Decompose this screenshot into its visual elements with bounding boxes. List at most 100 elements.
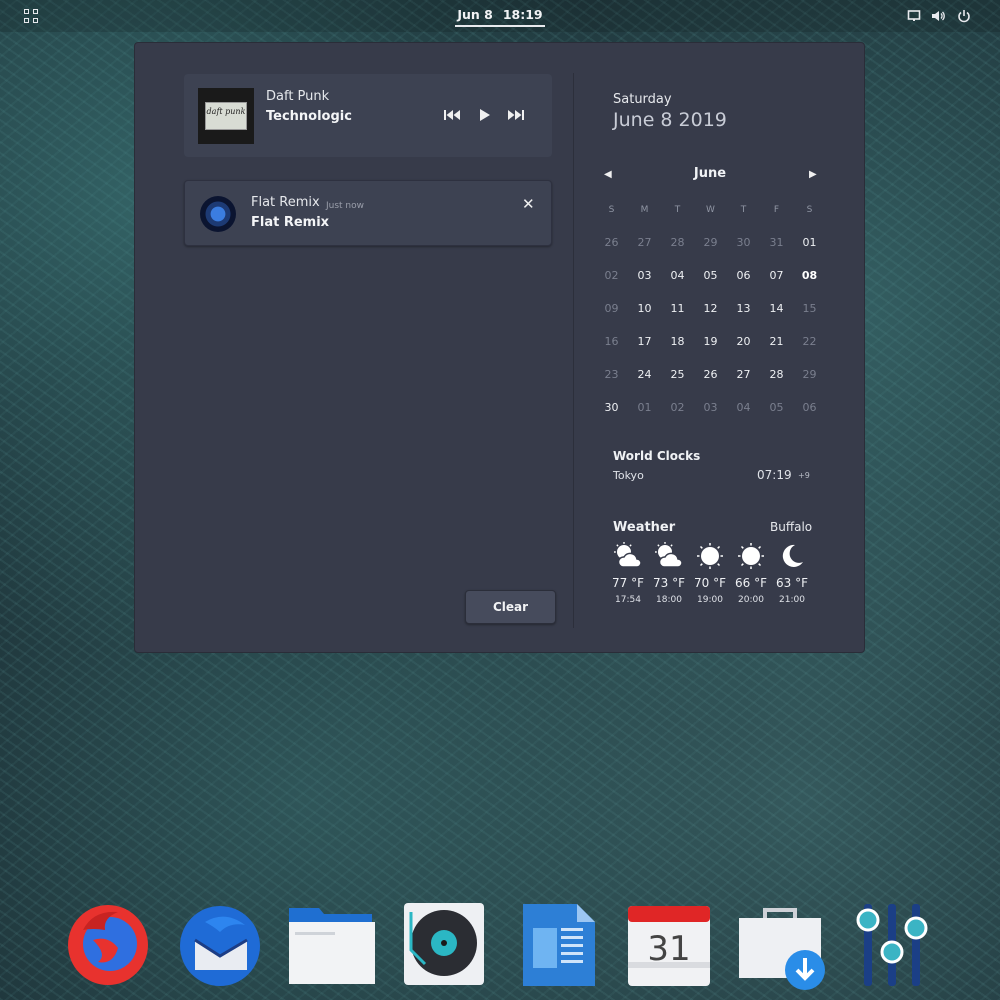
calendar-day-number: 13: [736, 302, 751, 315]
calendar-day[interactable]: 21: [760, 325, 793, 358]
calendar-day[interactable]: 25: [661, 358, 694, 391]
calendar-icon[interactable]: 31: [624, 900, 714, 990]
software-install-icon[interactable]: [735, 900, 825, 990]
calendar-day[interactable]: 01: [793, 226, 826, 259]
media-player-card[interactable]: daft punk Daft Punk Technologic: [184, 74, 552, 157]
world-clock-city: Tokyo: [613, 469, 644, 482]
current-date[interactable]: June 8 2019: [613, 109, 727, 131]
sun-icon: [730, 540, 772, 572]
calendar-day[interactable]: 20: [727, 325, 760, 358]
calendar-day[interactable]: 02: [595, 259, 628, 292]
calendar-day-number: 29: [802, 368, 817, 381]
calendar-day[interactable]: 22: [793, 325, 826, 358]
calendar-day-number: 04: [736, 401, 751, 414]
calendar-month: June: [693, 166, 727, 181]
calendar-day[interactable]: 31: [760, 226, 793, 259]
settings-mixer-icon[interactable]: [850, 900, 940, 990]
calendar-day-number: 22: [802, 335, 817, 348]
previous-month-icon[interactable]: ◀: [604, 169, 612, 180]
calendar-day-number: 26: [604, 236, 619, 249]
calendar-day[interactable]: 15: [793, 292, 826, 325]
forecast-temperature: 77 °F: [612, 576, 644, 590]
calendar-day[interactable]: 27: [727, 358, 760, 391]
notification-time: Just now: [326, 201, 365, 211]
calendar-day[interactable]: 17: [628, 325, 661, 358]
calendar-day-number: 02: [604, 269, 619, 282]
clock-time: 18:19: [502, 7, 543, 22]
calendar-day-number: 28: [769, 368, 784, 381]
calendar-day[interactable]: 06: [793, 391, 826, 424]
next-month-icon[interactable]: ▶: [809, 169, 817, 180]
calendar-day[interactable]: 13: [727, 292, 760, 325]
calendar-day[interactable]: 29: [694, 226, 727, 259]
calendar-day-today[interactable]: 08: [793, 259, 826, 292]
forecast-column: 77 °F 17:54: [607, 540, 649, 605]
forecast-temperature: 66 °F: [735, 576, 767, 590]
calendar-day-header: M: [640, 204, 649, 215]
close-icon[interactable]: ✕: [522, 195, 535, 213]
calendar-day[interactable]: 12: [694, 292, 727, 325]
calendar-day[interactable]: 19: [694, 325, 727, 358]
calendar-day-number: 25: [670, 368, 685, 381]
calendar-day[interactable]: 26: [694, 358, 727, 391]
clock-date: Jun 8: [457, 7, 493, 22]
sun-icon: [689, 540, 731, 572]
libreoffice-writer-icon[interactable]: [517, 900, 607, 990]
panel-divider: [573, 73, 574, 628]
calendar-day-header: T: [674, 204, 681, 215]
calendar-day[interactable]: 10: [628, 292, 661, 325]
calendar-day[interactable]: 30: [595, 391, 628, 424]
calendar-day[interactable]: 09: [595, 292, 628, 325]
calendar-day[interactable]: 29: [793, 358, 826, 391]
notification-card[interactable]: Flat Remix Just now Flat Remix ✕: [184, 180, 552, 246]
calendar-day-number: 01: [637, 401, 652, 414]
previous-track-icon[interactable]: [443, 108, 461, 122]
clear-button[interactable]: Clear: [465, 590, 556, 624]
calendar-day[interactable]: 26: [595, 226, 628, 259]
calendar-day[interactable]: 28: [760, 358, 793, 391]
calendar-day-number: 09: [604, 302, 619, 315]
world-clocks-title[interactable]: World Clocks: [613, 449, 700, 463]
activities-grid-icon[interactable]: [24, 9, 40, 25]
calendar-day-number: 05: [703, 269, 718, 282]
calendar-day[interactable]: 07: [760, 259, 793, 292]
forecast-time: 20:00: [738, 595, 764, 605]
calendar-day[interactable]: 14: [760, 292, 793, 325]
calendar-day[interactable]: 05: [760, 391, 793, 424]
music-player-icon[interactable]: [401, 900, 491, 990]
forecast-time: 19:00: [697, 595, 723, 605]
calendar-day[interactable]: 03: [628, 259, 661, 292]
calendar-day[interactable]: 04: [661, 259, 694, 292]
thunderbird-icon[interactable]: [175, 900, 265, 990]
firefox-icon[interactable]: [63, 900, 153, 990]
calendar-day[interactable]: 18: [661, 325, 694, 358]
media-artist: Daft Punk: [266, 89, 330, 104]
partly-cloudy-icon: [648, 540, 690, 572]
calendar-day[interactable]: 24: [628, 358, 661, 391]
weather-title[interactable]: Weather: [613, 520, 675, 535]
forecast-temperature: 63 °F: [776, 576, 808, 590]
files-icon[interactable]: [287, 900, 377, 990]
forecast-column: 73 °F 18:00: [648, 540, 690, 605]
screen-icon[interactable]: [907, 9, 921, 23]
calendar-day[interactable]: 23: [595, 358, 628, 391]
next-track-icon[interactable]: [507, 108, 525, 122]
flat-remix-app-icon: [200, 196, 236, 232]
calendar-day[interactable]: 11: [661, 292, 694, 325]
calendar-day-number: 08: [801, 269, 818, 282]
power-icon[interactable]: [957, 9, 971, 23]
play-icon[interactable]: [476, 108, 494, 122]
calendar-day[interactable]: 01: [628, 391, 661, 424]
calendar-day[interactable]: 16: [595, 325, 628, 358]
calendar-day-header: T: [740, 204, 747, 215]
calendar-day[interactable]: 04: [727, 391, 760, 424]
calendar-day[interactable]: 27: [628, 226, 661, 259]
calendar-day[interactable]: 30: [727, 226, 760, 259]
calendar-day[interactable]: 06: [727, 259, 760, 292]
volume-icon[interactable]: [931, 9, 945, 23]
calendar-day[interactable]: 02: [661, 391, 694, 424]
calendar-day[interactable]: 03: [694, 391, 727, 424]
calendar-day-number: 30: [736, 236, 751, 249]
calendar-day[interactable]: 28: [661, 226, 694, 259]
calendar-day[interactable]: 05: [694, 259, 727, 292]
